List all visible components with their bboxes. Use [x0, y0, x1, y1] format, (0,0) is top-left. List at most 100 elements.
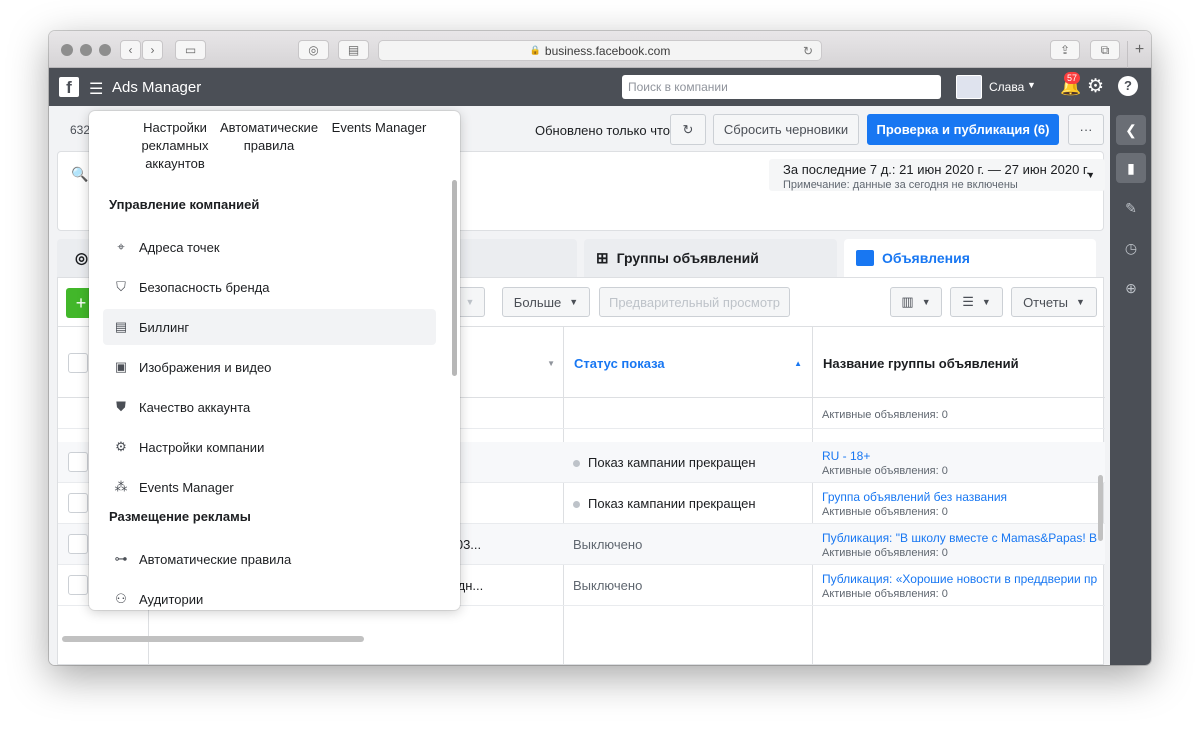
menu-automated-rules[interactable]: Автоматические правила — [213, 119, 325, 155]
updated-status: Обновлено только что — [535, 123, 671, 138]
avatar[interactable] — [956, 75, 982, 99]
breakdown-button[interactable]: ☰ ▼ — [950, 287, 1003, 317]
history-clock-icon[interactable]: ◷ — [1116, 233, 1146, 263]
menu-item-events[interactable]: ⁂ Events Manager — [103, 469, 436, 505]
menu-item-label: Изображения и видео — [139, 359, 272, 375]
menu-item-image[interactable]: ▣ Изображения и видео — [103, 349, 436, 385]
chevron-down-icon: ▼ — [465, 297, 475, 307]
facebook-logo[interactable]: f — [59, 77, 79, 97]
menu-item-shield[interactable]: ⛉ Безопасность бренда — [103, 269, 436, 305]
menu-section-company: Управление компанией — [109, 197, 260, 212]
share-icon[interactable]: ⇪ — [1050, 40, 1080, 60]
tab-ad-groups[interactable]: ⊞ Группы объявлений — [584, 239, 837, 277]
menu-item-label: Events Manager — [139, 479, 234, 495]
forward-button[interactable]: › — [142, 40, 163, 60]
more-options-button[interactable]: ··· — [1068, 114, 1104, 145]
review-publish-button[interactable]: Проверка и публикация (6) — [867, 114, 1059, 145]
collapse-rail-icon[interactable]: ❮ — [1116, 115, 1146, 145]
chevron-down-icon: ▼ — [1076, 297, 1085, 307]
map-pin-icon: ⌖ — [117, 239, 125, 254]
preview-button[interactable]: Предварительный просмотр — [599, 287, 790, 317]
help-icon[interactable]: ? — [1118, 76, 1138, 96]
ad-group-link[interactable]: Публикация: «Хорошие новости в преддвери… — [822, 572, 1097, 586]
menu-item-account-quality[interactable]: ⛊ Качество аккаунта — [103, 389, 436, 425]
reset-drafts-button[interactable]: Сбросить черновики — [713, 114, 859, 145]
row-checkbox[interactable] — [68, 452, 88, 472]
gear-icon: ⚙ — [115, 439, 127, 454]
grid-icon: ⊞ — [596, 250, 609, 267]
menu-item-label: Настройки компании — [139, 439, 265, 455]
reload-icon[interactable]: ↻ — [803, 44, 813, 58]
business-search-input[interactable]: Поиск в компании — [622, 75, 941, 99]
menu-item-label: Безопасность бренда — [139, 279, 270, 295]
edit-pencil-icon[interactable]: ✎ — [1116, 193, 1146, 223]
menu-events-manager[interactable]: Events Manager — [327, 119, 431, 137]
address-bar[interactable]: 🔒 business.facebook.com ↻ — [378, 40, 822, 61]
search-icon[interactable]: 🔍 — [71, 166, 88, 183]
status-cell: Выключено — [573, 524, 808, 565]
column-header-ad-group-name[interactable]: Название группы объявлений — [812, 327, 1105, 399]
chevron-down-icon[interactable]: ▼ — [1027, 80, 1036, 90]
select-all-checkbox[interactable] — [68, 353, 88, 373]
active-ads-count: Активные объявления: 0 — [822, 505, 948, 518]
status-cell — [573, 399, 808, 429]
refresh-icon: ↻ — [682, 121, 694, 137]
ad-group-cell: RU - 18+ Активные объявления: 0 — [822, 442, 1097, 483]
status-cell: Показ кампании прекращен — [573, 442, 808, 483]
minimize-window-button[interactable] — [80, 44, 92, 56]
more-button-label: Больше — [513, 294, 562, 310]
reader-icon[interactable]: ▤ — [338, 40, 369, 60]
settings-gear-icon[interactable]: ⚙ — [1087, 75, 1104, 98]
ad-group-cell: Группа объявлений без названия Активные о… — [822, 483, 1097, 524]
tab-ads[interactable]: Объявления — [844, 239, 1096, 277]
billing-icon: ▤ — [114, 319, 128, 334]
tabs-overview-icon[interactable]: ⧉ — [1090, 40, 1120, 60]
sidebar-toggle-icon[interactable]: ▭ — [175, 40, 206, 60]
menu-item-audience[interactable]: ⚇ Аудитории — [103, 581, 436, 610]
breakdown-icon: ☰ — [962, 294, 974, 309]
ad-group-link[interactable]: Группа объявлений без названия — [822, 490, 1097, 504]
new-tab-button[interactable]: + — [1127, 41, 1151, 68]
status-text: Выключено — [573, 578, 643, 593]
ad-group-link[interactable]: Публикация: "В школу вместе с Mamas&Papa… — [822, 531, 1097, 545]
menu-item-map-pin[interactable]: ⌖ Адреса точек — [103, 229, 436, 265]
status-cell: Выключено — [573, 565, 808, 606]
ad-group-link[interactable]: RU - 18+ — [822, 449, 1097, 463]
date-range-text: За последние 7 д.: 21 июн 2020 г. — 27 и… — [783, 162, 1090, 177]
menu-scrollbar[interactable] — [452, 180, 457, 376]
account-name[interactable]: Слава — [989, 80, 1024, 94]
close-window-button[interactable] — [61, 44, 73, 56]
zoom-window-button[interactable] — [99, 44, 111, 56]
privacy-icon[interactable]: ◎ — [298, 40, 329, 60]
menu-item-rules[interactable]: ⊶ Автоматические правила — [103, 541, 436, 577]
reports-button[interactable]: Отчеты ▼ — [1011, 287, 1097, 317]
menu-item-billing[interactable]: ▤ Биллинг — [103, 309, 436, 345]
active-ads-count: Активные объявления: 0 — [822, 546, 948, 559]
ad-group-cell: Активные объявления: 0 — [822, 399, 1097, 429]
refresh-button[interactable]: ↻ — [670, 114, 706, 145]
columns-button[interactable]: ▥ ▼ — [890, 287, 942, 317]
tab-ad-groups-label: Группы объявлений — [616, 250, 759, 266]
row-checkbox[interactable] — [68, 575, 88, 595]
row-checkbox[interactable] — [68, 534, 88, 554]
tab-ads-label: Объявления — [882, 250, 970, 266]
ads-icon — [856, 250, 874, 266]
row-checkbox[interactable] — [68, 493, 88, 513]
vertical-scrollbar[interactable] — [1098, 475, 1103, 541]
more-button[interactable]: Больше ▼ — [502, 287, 590, 317]
column-header-status[interactable]: Статус показа ▲ — [563, 327, 812, 399]
menu-section-ads: Размещение рекламы — [109, 509, 251, 524]
status-text: Показ кампании прекращен — [588, 496, 756, 511]
campaigns-icon: ◎ — [75, 250, 89, 267]
search-zoom-icon[interactable]: ⊕ — [1116, 273, 1146, 303]
lock-icon: 🔒 — [529, 45, 541, 55]
horizontal-scrollbar[interactable] — [62, 636, 364, 642]
date-range-picker[interactable]: За последние 7 д.: 21 июн 2020 г. — 27 и… — [769, 159, 1105, 191]
active-ads-count: Активные объявления: 0 — [822, 464, 948, 477]
menu-item-gear[interactable]: ⚙ Настройки компании — [103, 429, 436, 465]
main-content: 632 Обновлено только что ↻ Сбросить черн… — [49, 106, 1110, 665]
menu-item-label: Адреса точек — [139, 239, 220, 255]
chart-icon[interactable]: ▮ — [1116, 153, 1146, 183]
back-button[interactable]: ‹ — [120, 40, 141, 60]
hamburger-menu-icon[interactable]: ☰ — [89, 79, 103, 99]
